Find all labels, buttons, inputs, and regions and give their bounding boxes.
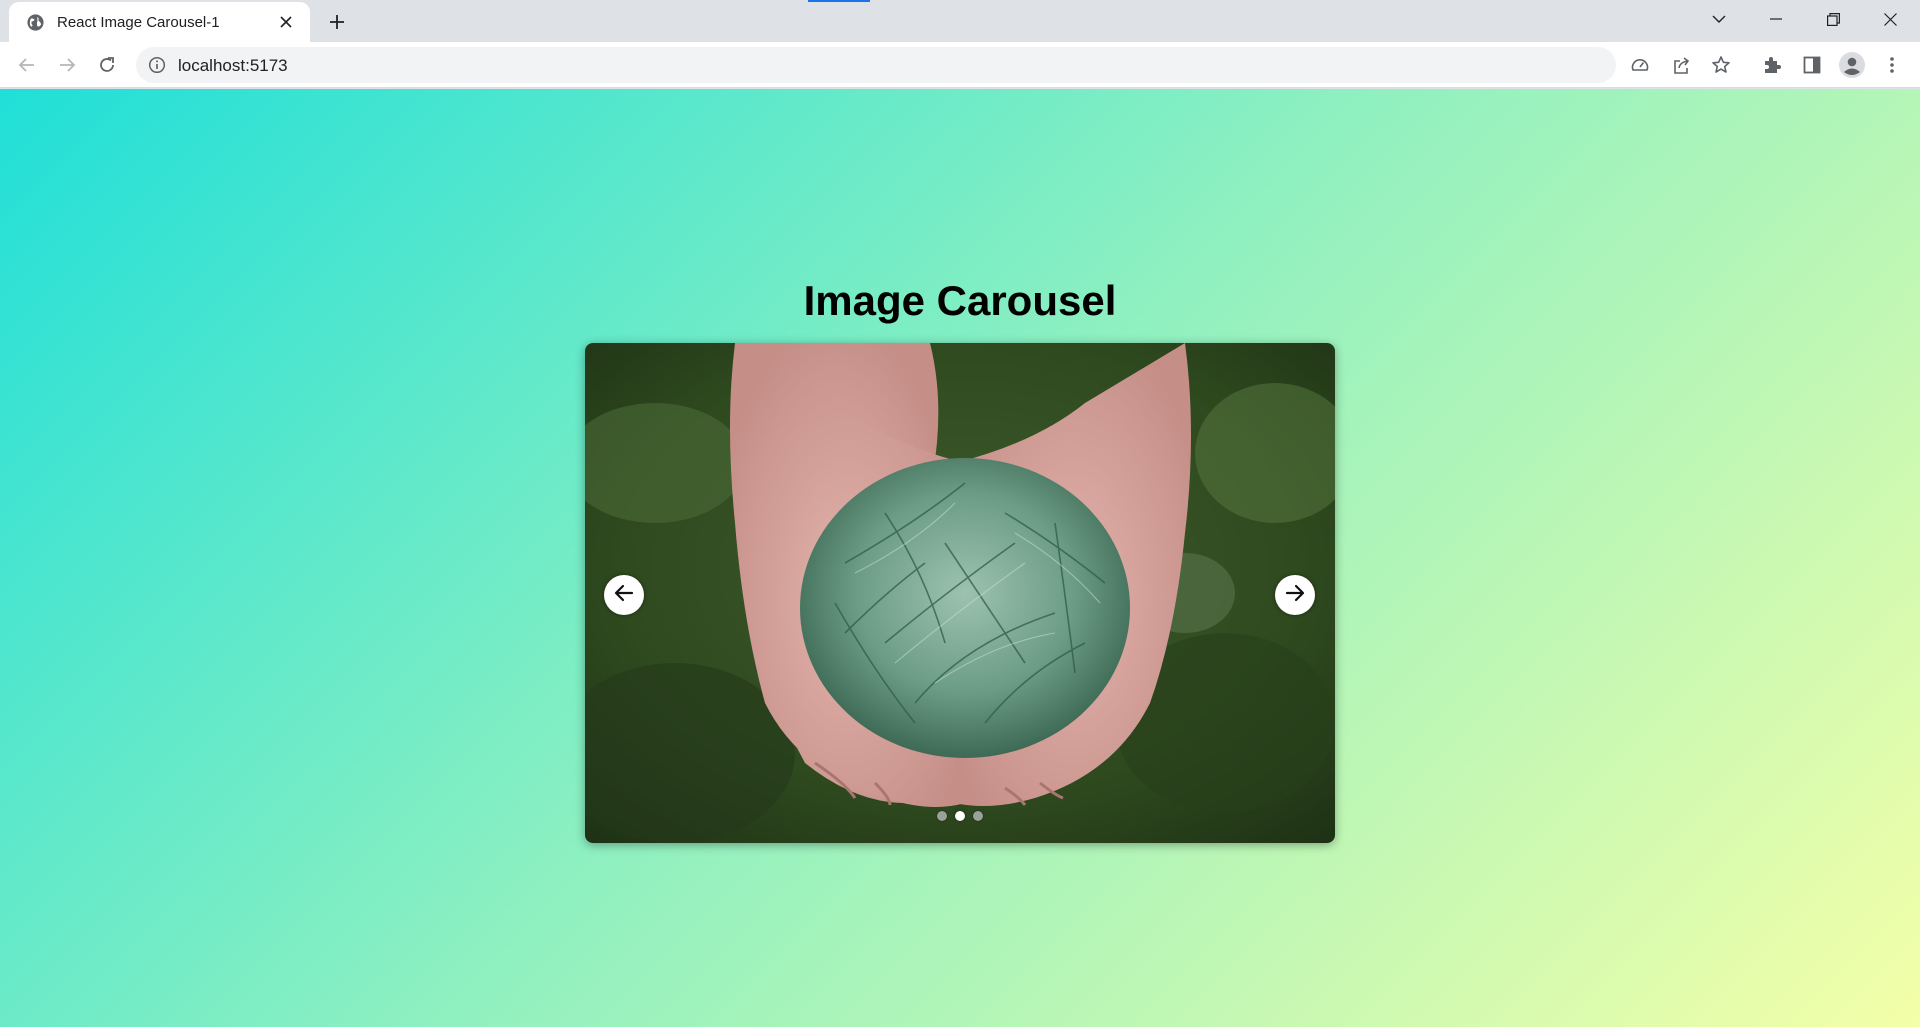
slide-indicator-1[interactable] <box>937 811 947 821</box>
extensions-puzzle-icon[interactable] <box>1757 50 1787 80</box>
next-slide-button[interactable] <box>1275 575 1315 615</box>
browser-toolbar: localhost:5173 <box>0 42 1920 88</box>
side-panel-icon[interactable] <box>1797 50 1827 80</box>
plus-icon[interactable] <box>325 10 349 34</box>
profile-avatar-icon[interactable] <box>1837 50 1867 80</box>
browser-tab[interactable]: React Image Carousel-1 <box>9 2 310 42</box>
loading-indicator <box>808 0 870 2</box>
tab-strip: React Image Carousel-1 <box>0 0 1920 42</box>
restore-icon[interactable] <box>1810 4 1856 34</box>
page-title: Image Carousel <box>803 277 1117 324</box>
tab-title: React Image Carousel-1 <box>57 13 220 31</box>
kebab-menu-icon[interactable] <box>1877 50 1907 80</box>
back-arrow-icon[interactable] <box>12 50 42 80</box>
image-carousel <box>585 343 1335 843</box>
bookmark-star-icon[interactable] <box>1709 53 1733 77</box>
url-text: localhost:5173 <box>178 56 288 75</box>
performance-icon[interactable] <box>1628 53 1652 77</box>
arrow-left-icon <box>613 582 635 609</box>
address-bar[interactable]: localhost:5173 <box>136 47 1730 83</box>
arrow-right-icon <box>1284 582 1306 609</box>
slide-indicators <box>585 811 1335 821</box>
forward-arrow-icon[interactable] <box>52 50 82 80</box>
close-icon[interactable] <box>1867 4 1913 34</box>
chevron-down-icon[interactable] <box>1696 4 1742 34</box>
page-viewport: Image Carousel <box>0 89 1920 1027</box>
carousel-slide-image <box>585 343 1335 843</box>
share-icon[interactable] <box>1669 53 1693 77</box>
minimize-icon[interactable] <box>1753 4 1799 34</box>
globe-icon <box>26 13 45 32</box>
previous-slide-button[interactable] <box>604 575 644 615</box>
slide-indicator-2[interactable] <box>955 811 965 821</box>
reload-icon[interactable] <box>92 50 122 80</box>
close-icon[interactable] <box>276 12 296 32</box>
info-icon[interactable] <box>148 56 166 74</box>
slide-indicator-3[interactable] <box>973 811 983 821</box>
